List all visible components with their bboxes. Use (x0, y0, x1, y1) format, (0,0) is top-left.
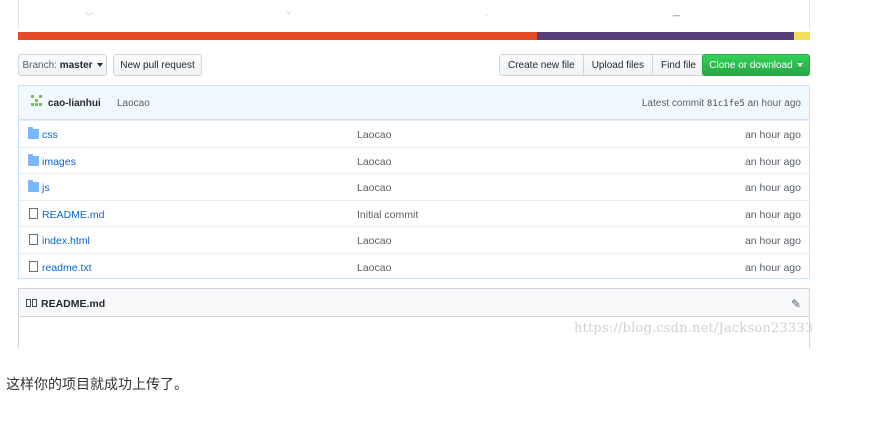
file-name-link[interactable]: index.html (42, 235, 90, 247)
create-new-file-button[interactable]: Create new file (499, 54, 584, 76)
table-row: images Laocao an hour ago (19, 146, 809, 174)
commit-author-link[interactable]: cao-lianhui (48, 98, 101, 109)
avatar[interactable] (31, 95, 42, 106)
create-new-file-label: Create new file (508, 59, 575, 71)
file-commit-message-link[interactable]: Laocao (357, 129, 391, 141)
file-commit-message-link[interactable]: Laocao (357, 235, 391, 247)
readme-title: README.md (41, 298, 106, 310)
folder-icon (28, 153, 39, 166)
releases-icon: ˏ (485, 6, 488, 16)
book-icon (26, 299, 38, 308)
new-pull-request-label: New pull request (120, 59, 195, 71)
commit-sha-link[interactable]: 81c1fe5 (707, 99, 745, 109)
clone-or-download-label: Clone or download (709, 59, 793, 71)
file-name-link[interactable]: readme.txt (42, 262, 92, 274)
language-segment[interactable] (794, 32, 810, 40)
folder-icon (28, 180, 39, 193)
commit-time: an hour ago (747, 98, 801, 109)
branch-prefix: Branch: (22, 59, 57, 71)
file-name-link[interactable]: README.md (42, 209, 104, 221)
file-commit-message-link[interactable]: Laocao (357, 262, 391, 274)
file-age: an hour ago (744, 155, 801, 168)
branches-icon: ⌄ (285, 6, 293, 16)
language-segment[interactable] (536, 32, 795, 40)
latest-commit-bar: cao-lianhui Laocao Latest commit 81c1fe5… (19, 86, 809, 120)
file-actions-group: Create new file Upload files Find file (499, 54, 705, 76)
table-row: readme.txt Laocao an hour ago (19, 253, 809, 280)
file-name-link[interactable]: images (42, 156, 76, 168)
repo-stats-row: ◡ ⌄ ˏ ▁ (18, 0, 810, 30)
latest-commit-info: Latest commit 81c1fe5 an hour ago (642, 98, 801, 109)
folder-icon (28, 127, 39, 139)
file-commit-message-link[interactable]: Laocao (357, 182, 391, 194)
file-age: an hour ago (744, 129, 801, 141)
find-file-label: Find file (660, 59, 696, 71)
find-file-button[interactable]: Find file (651, 54, 705, 76)
commits-icon: ◡ (85, 6, 93, 16)
commit-message-link[interactable]: Laocao (117, 98, 150, 109)
upload-files-button[interactable]: Upload files (582, 54, 653, 76)
file-age: an hour ago (744, 262, 801, 274)
table-row: index.html Laocao an hour ago (19, 226, 809, 253)
upload-files-label: Upload files (591, 59, 644, 71)
watermark: https://blog.csdn.net/Jackson23333 (574, 321, 814, 336)
file-age: an hour ago (744, 235, 801, 248)
caption-text: 这样你的项目就成功上传了。 (6, 377, 188, 393)
file-name-link[interactable]: js (42, 182, 50, 194)
readme-header: README.md ✎ (19, 289, 809, 317)
latest-commit-label: Latest commit (641, 98, 705, 109)
language-segment[interactable] (18, 32, 537, 40)
pencil-icon[interactable]: ✎ (791, 297, 801, 311)
file-icon (29, 207, 38, 219)
contributors-icon: ▁ (673, 6, 680, 16)
readme-box: README.md ✎ (18, 288, 810, 348)
file-commit-message-link[interactable]: Laocao (357, 156, 391, 168)
file-name-link[interactable]: css (42, 129, 58, 141)
chevron-down-icon (96, 63, 103, 67)
language-bar[interactable] (18, 32, 810, 40)
chevron-down-icon (796, 63, 803, 67)
file-icon (29, 261, 38, 272)
clone-or-download-button[interactable]: Clone or download (702, 54, 810, 76)
table-row: css Laocao an hour ago (19, 120, 809, 147)
file-age: an hour ago (744, 208, 801, 221)
file-age: an hour ago (744, 182, 801, 195)
branch-select-button[interactable]: Branch: master (18, 54, 107, 76)
new-pull-request-button[interactable]: New pull request (113, 54, 202, 76)
table-row: README.md Initial commit an hour ago (19, 199, 809, 227)
file-commit-message-link[interactable]: Initial commit (357, 209, 418, 221)
table-row: js Laocao an hour ago (19, 173, 809, 200)
file-icon (29, 234, 38, 246)
branch-name: master (59, 59, 93, 71)
file-table: cao-lianhui Laocao Latest commit 81c1fe5… (18, 85, 810, 279)
